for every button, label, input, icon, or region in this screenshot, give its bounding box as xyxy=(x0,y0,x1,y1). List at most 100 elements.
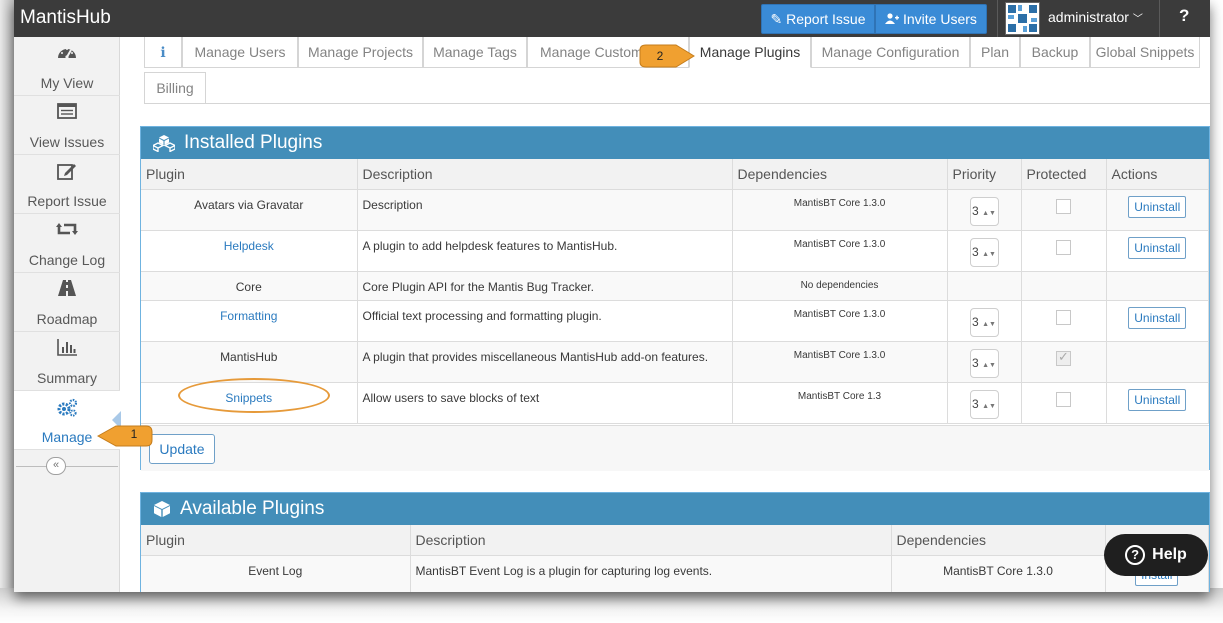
plugin-description: A plugin to add helpdesk features to Man… xyxy=(357,230,733,272)
sidebar-item-summary[interactable]: Summary xyxy=(14,332,120,391)
updown-icon: ▲▼ xyxy=(982,209,996,217)
tab-global-snippets[interactable]: Global Snippets xyxy=(1090,37,1200,68)
avatar[interactable] xyxy=(1005,2,1040,35)
cube-icon xyxy=(153,500,171,518)
help-widget-button[interactable]: ? Help xyxy=(1104,534,1208,576)
tab-manage-plugins[interactable]: Manage Plugins xyxy=(689,37,811,68)
plugin-description: Core Plugin API for the Mantis Bug Track… xyxy=(357,271,733,301)
sidebar-item-change-log[interactable]: Change Log xyxy=(14,214,120,273)
plugin-name: Avatars via Gravatar xyxy=(141,189,358,231)
protected-cell xyxy=(1021,300,1107,342)
installed-plugins-header: Installed Plugins xyxy=(141,127,1209,159)
plugin-name: MantisHub xyxy=(141,341,358,383)
table-row: Helpdesk A plugin to add helpdesk featur… xyxy=(141,230,1209,272)
column-header: Protected xyxy=(1021,159,1107,190)
top-navbar: MantisHub ✎ Report Issue Invite Users ad… xyxy=(14,0,1210,37)
tab-manage-tags[interactable]: Manage Tags xyxy=(423,37,527,68)
tab-manage-users[interactable]: Manage Users xyxy=(182,37,298,68)
navbar-divider xyxy=(1159,0,1160,37)
protected-checkbox[interactable] xyxy=(1056,198,1071,214)
protected-checkbox[interactable] xyxy=(1056,239,1071,255)
updown-icon: ▲▼ xyxy=(982,250,996,258)
protected-checkbox[interactable] xyxy=(1056,391,1071,407)
uninstall-button[interactable]: Uninstall xyxy=(1128,306,1187,329)
uninstall-button[interactable]: Uninstall xyxy=(1128,195,1187,218)
priority-select[interactable]: 3 ▲▼ xyxy=(969,307,999,337)
edit-icon: ✎ xyxy=(770,11,783,27)
bar-chart-icon xyxy=(14,339,120,359)
list-icon xyxy=(14,103,120,123)
plugin-name: Helpdesk xyxy=(141,230,358,272)
collapse-sidebar-button[interactable]: « xyxy=(46,457,66,475)
sidebar-item-view-issues[interactable]: View Issues xyxy=(14,96,120,155)
callout-1: 1 xyxy=(94,422,154,450)
actions-cell: Uninstall xyxy=(1106,382,1209,424)
invite-users-button[interactable]: Invite Users xyxy=(875,4,987,34)
sidebar-item-label: My View xyxy=(40,75,94,91)
report-issue-button[interactable]: ✎ Report Issue xyxy=(761,4,875,34)
priority-select[interactable]: 3 ▲▼ xyxy=(969,237,999,267)
available-plugins-widget: Available Plugins Plugin Description Dep… xyxy=(140,492,1210,592)
priority-select[interactable]: 3 ▲▼ xyxy=(969,389,999,419)
window-left-edge xyxy=(0,0,14,592)
table-header-row: Plugin Description Dependencies xyxy=(141,525,1209,556)
retweet-icon xyxy=(14,221,120,241)
protected-cell xyxy=(1021,230,1107,272)
user-menu[interactable]: administrator ﹀ xyxy=(1048,9,1143,25)
actions-cell xyxy=(1106,341,1209,383)
highlight-ellipse xyxy=(178,378,330,413)
protected-cell xyxy=(1021,189,1107,231)
available-plugins-table: Plugin Description Dependencies Event Lo… xyxy=(141,525,1209,592)
sidebar-item-label: Report Issue xyxy=(27,193,107,209)
window-shadow xyxy=(0,588,1223,623)
table-header-row: Plugin Description Dependencies Priority… xyxy=(141,159,1209,190)
tab-manage-configuration[interactable]: Manage Configuration xyxy=(811,37,970,68)
update-button[interactable]: Update xyxy=(149,434,215,464)
plugin-dependencies: MantisBT Core 1.3.0 xyxy=(732,230,948,272)
plugin-link[interactable]: Formatting xyxy=(220,309,277,323)
protected-checkbox[interactable] xyxy=(1056,309,1071,325)
uninstall-button[interactable]: Uninstall xyxy=(1128,236,1187,259)
uninstall-button[interactable]: Uninstall xyxy=(1128,388,1187,411)
callout-2: 2 xyxy=(638,42,698,70)
actions-cell xyxy=(1106,271,1209,301)
help-menu-button[interactable]: ? xyxy=(1179,6,1189,26)
priority-value: 3 xyxy=(972,396,979,411)
available-plugins-header: Available Plugins xyxy=(141,493,1209,525)
plugin-link[interactable]: Helpdesk xyxy=(224,239,274,253)
priority-cell: 3 ▲▼ xyxy=(947,382,1022,424)
plugin-dependencies: No dependencies xyxy=(732,271,948,301)
sidebar-item-roadmap[interactable]: Roadmap xyxy=(14,273,120,332)
plugin-name: Core xyxy=(141,271,358,301)
priority-select[interactable]: 3 ▲▼ xyxy=(969,196,999,226)
table-row: Avatars via Gravatar Description MantisB… xyxy=(141,189,1209,231)
actions-cell: Uninstall xyxy=(1106,189,1209,231)
sidebar: My View View Issues Report Issue Change … xyxy=(14,37,121,592)
priority-cell: 3 ▲▼ xyxy=(947,230,1022,272)
tab-backup[interactable]: Backup xyxy=(1020,37,1090,68)
sidebar-item-report-issue[interactable]: Report Issue xyxy=(14,155,120,214)
protected-cell xyxy=(1021,271,1107,301)
priority-select[interactable]: 3 ▲▼ xyxy=(969,348,999,378)
available-plugins-title: Available Plugins xyxy=(180,498,325,519)
plugin-dependencies: MantisBT Core 1.3.0 xyxy=(732,341,948,383)
report-issue-label: Report Issue xyxy=(786,11,866,27)
sidebar-item-my-view[interactable]: My View xyxy=(14,37,120,96)
tab-billing[interactable]: Billing xyxy=(144,72,206,104)
updown-icon: ▲▼ xyxy=(982,361,996,369)
tab-plan[interactable]: Plan xyxy=(970,37,1020,68)
table-row: Event Log MantisBT Event Log is a plugin… xyxy=(141,555,1209,592)
plugin-dependencies: MantisBT Core 1.3.0 xyxy=(732,300,948,342)
callout-number: 2 xyxy=(656,49,664,63)
tab-manage-projects[interactable]: Manage Projects xyxy=(298,37,423,68)
sidebar-item-label: Change Log xyxy=(28,252,106,268)
callout-number: 1 xyxy=(130,427,138,441)
updown-icon: ▲▼ xyxy=(982,402,996,410)
updown-icon: ▲▼ xyxy=(982,320,996,328)
brand-logo[interactable]: MantisHub xyxy=(20,7,111,29)
column-header: Description xyxy=(410,525,892,556)
sidebar-item-label: Roadmap xyxy=(36,311,98,327)
tab-info[interactable]: ℹ xyxy=(144,37,182,68)
column-header: Plugin xyxy=(141,159,358,190)
priority-value: 3 xyxy=(972,355,979,370)
